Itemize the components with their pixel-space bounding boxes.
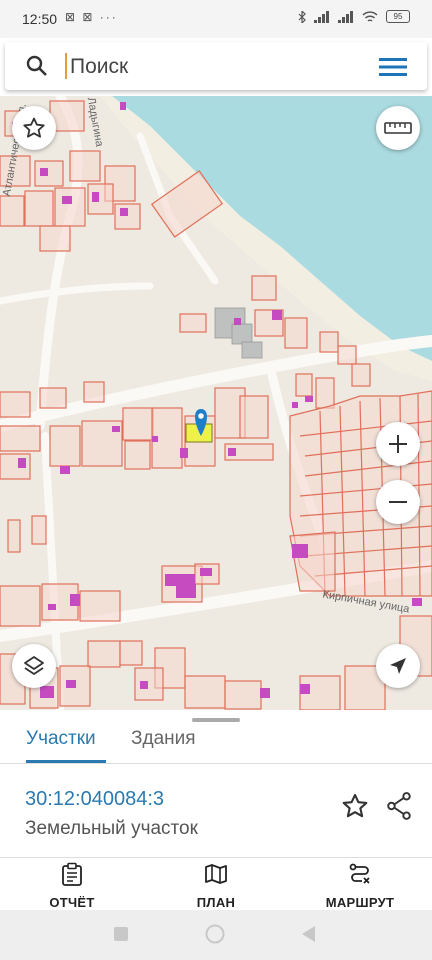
navigation-arrow-icon (390, 658, 406, 674)
text-cursor (65, 53, 67, 79)
map-view[interactable]: Атлантическая ул. Кирпичная улица Ладыги… (0, 96, 432, 710)
search-input[interactable] (68, 51, 362, 83)
star-icon (342, 793, 368, 818)
route-label: МАРШРУТ (325, 895, 395, 910)
back-icon[interactable] (300, 925, 316, 943)
plan-label: ПЛАН (196, 895, 236, 910)
layers-icon (24, 656, 44, 675)
tab-parcels[interactable]: Участки (26, 728, 96, 750)
my-location-button[interactable] (376, 644, 420, 688)
system-nav-bar (0, 910, 432, 960)
menu-icon[interactable] (379, 56, 407, 78)
share-button[interactable] (386, 792, 412, 825)
status-notification-icons: ⊠ ⊠ ··· (65, 10, 118, 24)
favorite-parcel-button[interactable] (341, 792, 369, 825)
sheet-drag-handle[interactable] (192, 718, 240, 722)
route-icon (349, 863, 370, 884)
share-icon (387, 792, 411, 820)
route-button[interactable]: МАРШРУТ (305, 862, 415, 910)
tabs-divider (0, 763, 432, 764)
map-canvas[interactable] (0, 96, 432, 710)
plan-button[interactable]: ПЛАН (161, 862, 271, 910)
zoom-out-button[interactable] (376, 480, 420, 524)
home-icon[interactable] (205, 924, 225, 944)
bluetooth-icon (298, 10, 306, 23)
info-sheet: Участки Здания 30:12:040084:3 Земельный … (0, 710, 432, 910)
wifi-icon (362, 10, 378, 22)
status-time: 12:50 (22, 11, 58, 27)
battery-icon: 95 (386, 10, 410, 23)
recent-apps-icon[interactable] (113, 926, 129, 942)
status-bar: 12:50 ⊠ ⊠ ··· 95 (0, 0, 432, 38)
layers-button[interactable] (12, 644, 56, 688)
search-bar (5, 42, 427, 90)
map-plan-icon (205, 864, 227, 884)
cadastral-number[interactable]: 30:12:040084:3 (25, 788, 164, 811)
favorite-button[interactable] (12, 106, 56, 150)
object-type: Земельный участок (25, 818, 198, 839)
plus-icon (389, 435, 407, 453)
report-label: ОТЧЁТ (49, 895, 95, 910)
minus-icon (389, 501, 407, 503)
actions-divider (0, 857, 432, 858)
ruler-button[interactable] (376, 106, 420, 150)
signal-icon (314, 10, 329, 23)
status-right-icons: 95 (298, 10, 410, 23)
tab-buildings[interactable]: Здания (131, 728, 196, 750)
report-clipboard-icon (62, 862, 82, 886)
zoom-in-button[interactable] (376, 422, 420, 466)
ruler-icon (384, 122, 412, 134)
report-button[interactable]: ОТЧЁТ (17, 862, 127, 910)
search-icon[interactable] (25, 54, 49, 78)
signal2-icon (338, 10, 353, 23)
star-icon (23, 117, 45, 138)
